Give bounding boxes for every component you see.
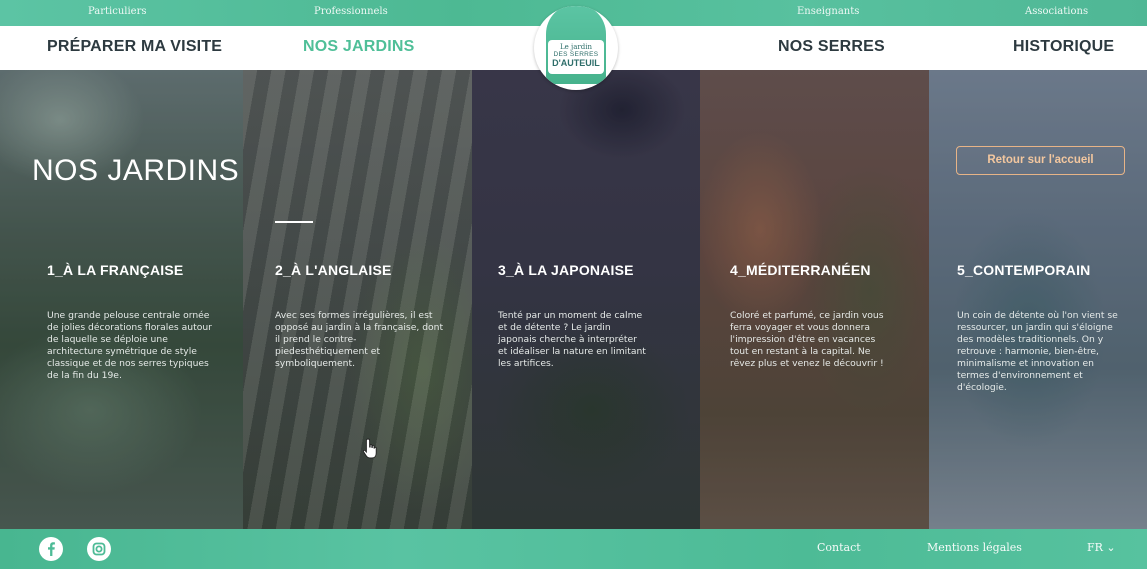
garden-panel-francaise[interactable]: NOS JARDINS 1_À LA FRANÇAISE Une grande …	[0, 70, 243, 529]
title-divider	[275, 221, 313, 223]
nav-nos-serres[interactable]: NOS SERRES	[778, 38, 885, 56]
panel-overlay	[472, 70, 700, 529]
logo-line-3: D'AUTEUIL	[552, 58, 600, 68]
footer-legal-link[interactable]: Mentions légales	[927, 541, 1022, 554]
footer: Contact Mentions légales FR ⌄	[0, 529, 1147, 569]
garden-description: Tenté par un moment de calme et de déten…	[498, 310, 646, 369]
panel-overlay	[700, 70, 929, 529]
instagram-glyph	[92, 542, 106, 556]
audience-link-associations[interactable]: Associations	[1025, 6, 1088, 17]
back-to-home-button[interactable]: Retour sur l'accueil	[956, 146, 1125, 175]
audience-link-particuliers[interactable]: Particuliers	[88, 6, 147, 17]
logo-line-1: Le jardin	[560, 43, 592, 51]
audience-link-professionnels[interactable]: Professionnels	[314, 6, 388, 17]
garden-panel-anglaise[interactable]: 2_À L'ANGLAISE Avec ses formes irréguliè…	[243, 70, 472, 529]
garden-description: Coloré et parfumé, ce jardin vous ferra …	[730, 310, 884, 369]
garden-title: 4_MÉDITERRANÉEN	[730, 262, 871, 278]
garden-panel-japonaise[interactable]: 3_À LA JAPONAISE Tenté par un moment de …	[472, 70, 700, 529]
logo-text-plate: Le jardin DES SERRES D'AUTEUIL	[548, 40, 604, 74]
nav-preparer-ma-visite[interactable]: PRÉPARER MA VISITE	[47, 38, 222, 56]
garden-panel-mediterraneen[interactable]: 4_MÉDITERRANÉEN Coloré et parfumé, ce ja…	[700, 70, 929, 529]
garden-description: Avec ses formes irrégulières, il est opp…	[275, 310, 444, 369]
site-logo[interactable]: Le jardin DES SERRES D'AUTEUIL	[534, 6, 618, 90]
garden-panels: NOS JARDINS 1_À LA FRANÇAISE Une grande …	[0, 70, 1147, 529]
instagram-icon[interactable]	[87, 537, 111, 561]
garden-panel-contemporain[interactable]: 5_CONTEMPORAIN Un coin de détente où l'o…	[929, 70, 1147, 529]
panel-overlay	[929, 70, 1147, 529]
language-selector[interactable]: FR ⌄	[1087, 541, 1116, 554]
garden-description: Un coin de détente où l'on vient se ress…	[957, 310, 1118, 393]
garden-title: 3_À LA JAPONAISE	[498, 262, 634, 278]
garden-title: 2_À L'ANGLAISE	[275, 262, 392, 278]
logo-line-2: DES SERRES	[553, 51, 599, 58]
audience-link-enseignants[interactable]: Enseignants	[797, 6, 859, 17]
panel-overlay	[0, 70, 243, 529]
garden-title: 5_CONTEMPORAIN	[957, 262, 1091, 278]
facebook-icon[interactable]	[39, 537, 63, 561]
hand-cursor-icon	[362, 438, 377, 459]
facebook-glyph	[48, 542, 55, 556]
panel-overlay	[243, 70, 472, 529]
footer-contact-link[interactable]: Contact	[817, 541, 861, 554]
page-title: NOS JARDINS	[32, 154, 240, 187]
nav-nos-jardins[interactable]: NOS JARDINS	[303, 38, 415, 56]
garden-title: 1_À LA FRANÇAISE	[47, 262, 184, 278]
garden-description: Une grande pelouse centrale ornée de jol…	[47, 310, 212, 381]
nav-historique[interactable]: HISTORIQUE	[1013, 38, 1114, 56]
